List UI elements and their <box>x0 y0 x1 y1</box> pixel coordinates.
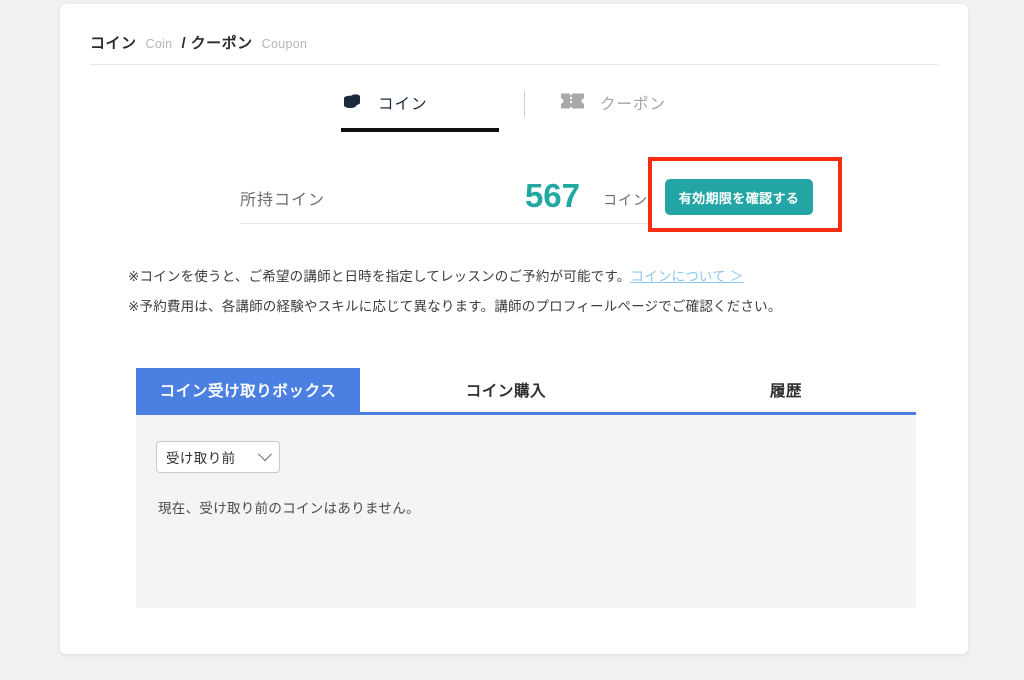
breadcrumb-divider <box>90 64 938 65</box>
breadcrumb-separator: / <box>181 35 186 52</box>
coin-notes: ※コインを使うと、ご希望の講師と日時を指定してレッスンのご予約が可能です。コイン… <box>128 262 948 322</box>
breadcrumb-primary-en: Coin <box>145 37 173 51</box>
coin-receive-panel: 受け取り前 現在、受け取り前のコインはありません。 <box>136 415 916 608</box>
coin-balance-divider <box>240 223 648 224</box>
type-tab-separator <box>524 91 525 117</box>
tab-history[interactable]: 履歴 <box>736 368 836 412</box>
coin-balance-value: 567 <box>524 177 580 214</box>
coin-balance-unit: コイン <box>603 192 648 208</box>
page-root: コイン Coin / クーポン Coupon コイン クーポン 所持コイン 56… <box>0 0 1024 680</box>
type-tab-coupon[interactable]: クーポン <box>560 86 666 120</box>
tab-coin-purchase[interactable]: コイン購入 <box>416 368 596 412</box>
ticket-icon <box>560 92 586 115</box>
breadcrumb-secondary-en: Coupon <box>261 37 308 51</box>
content-card: コイン Coin / クーポン Coupon コイン クーポン 所持コイン 56… <box>60 4 968 654</box>
check-expiry-button[interactable]: 有効期限を確認する <box>665 179 813 215</box>
type-tab-coupon-label: クーポン <box>600 96 667 113</box>
breadcrumb: コイン Coin / クーポン Coupon <box>90 32 307 53</box>
type-tab-bar: コイン クーポン <box>60 82 968 134</box>
breadcrumb-primary-ja: コイン <box>90 35 137 52</box>
chevron-down-icon <box>257 447 273 462</box>
type-tab-coin[interactable]: コイン <box>342 86 428 120</box>
coin-note-line-1: ※コインを使うと、ご希望の講師と日時を指定してレッスンのご予約が可能です。コイン… <box>128 262 948 292</box>
section-tab-bar: コイン受け取りボックス コイン購入 履歴 <box>136 368 916 412</box>
coin-stack-icon <box>342 90 364 117</box>
coin-balance-label: 所持コイン <box>240 192 326 209</box>
about-coin-link[interactable]: コインについて ＞ <box>630 269 743 284</box>
tab-coin-receive-box[interactable]: コイン受け取りボックス <box>136 368 360 412</box>
coin-note-line-1-text: ※コインを使うと、ご希望の講師と日時を指定してレッスンのご予約が可能です。 <box>128 269 631 284</box>
receive-status-select[interactable]: 受け取り前 <box>156 441 280 473</box>
coin-balance-row: 所持コイン 567 コイン <box>240 176 648 220</box>
breadcrumb-secondary-ja: クーポン <box>190 35 253 52</box>
receive-status-select-value: 受け取り前 <box>166 451 236 466</box>
coin-note-line-2: ※予約費用は、各講師の経験やスキルに応じて異なります。講師のプロフィールページで… <box>128 299 782 314</box>
empty-state-message: 現在、受け取り前のコインはありません。 <box>158 501 420 516</box>
type-tab-active-underline <box>341 128 499 132</box>
type-tab-coin-label: コイン <box>378 96 428 113</box>
